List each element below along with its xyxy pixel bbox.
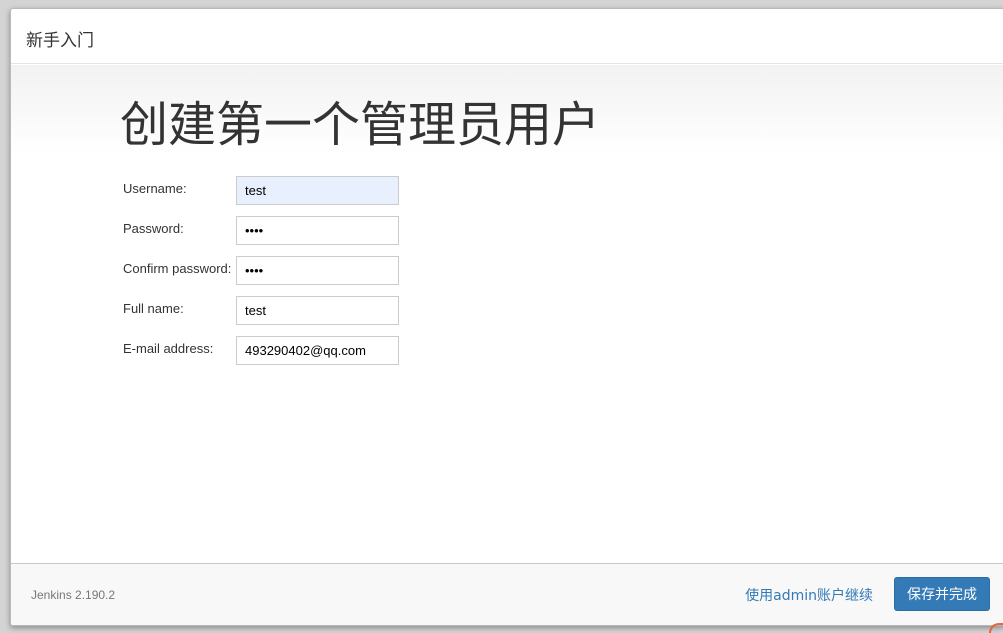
version-label: Jenkins 2.190.2 xyxy=(31,588,116,602)
setup-wizard-dialog: 新手入门 创建第一个管理员用户 Username: Password: Conf… xyxy=(10,8,1003,626)
confirm-password-label: Confirm password: xyxy=(123,261,232,276)
password-input[interactable] xyxy=(236,216,399,245)
continue-as-admin-link[interactable]: 使用admin账户继续 xyxy=(745,585,873,605)
dialog-header: 新手入门 xyxy=(11,9,1003,64)
confirm-password-input[interactable] xyxy=(236,256,399,285)
page-heading: 创建第一个管理员用户 xyxy=(120,97,601,153)
dialog-body: 创建第一个管理员用户 Username: Password: Confirm p… xyxy=(11,65,1003,562)
dialog-footer: Jenkins 2.190.2 使用admin账户继续 保存并完成 xyxy=(11,563,1003,625)
email-input[interactable] xyxy=(236,336,399,365)
save-and-finish-button[interactable]: 保存并完成 xyxy=(894,577,990,611)
full-name-label: Full name: xyxy=(123,301,184,316)
username-input[interactable] xyxy=(236,176,399,205)
email-label: E-mail address: xyxy=(123,341,214,356)
full-name-input[interactable] xyxy=(236,296,399,325)
username-label: Username: xyxy=(123,181,187,196)
dialog-title: 新手入门 xyxy=(26,31,94,51)
password-label: Password: xyxy=(123,221,184,236)
